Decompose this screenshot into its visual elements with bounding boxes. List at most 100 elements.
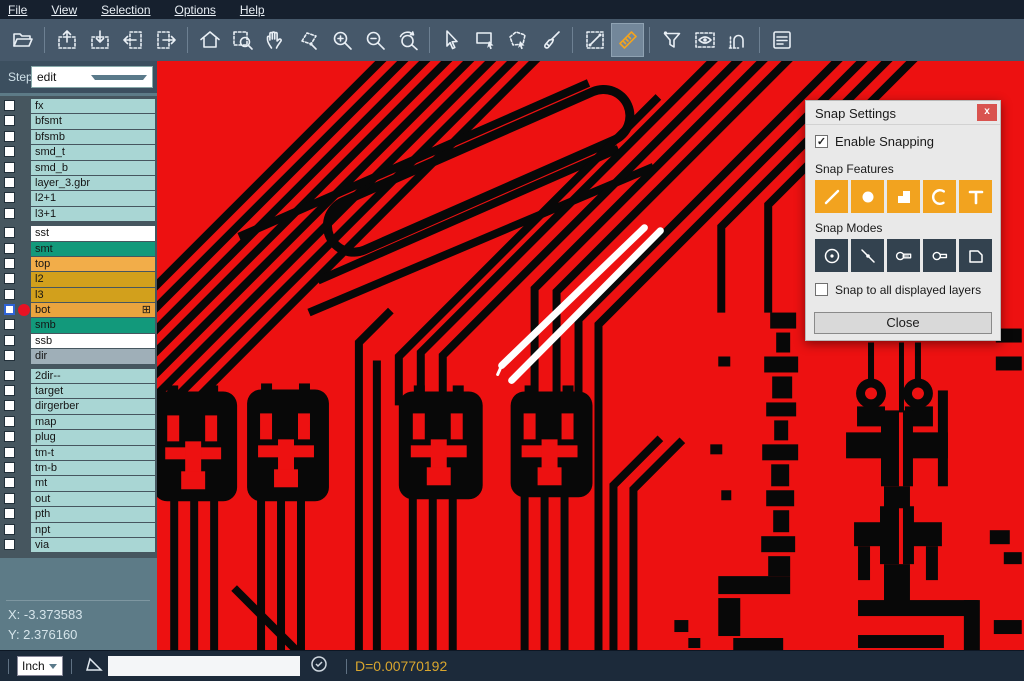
layer-row[interactable]: bfsmb ⊞ [0,130,157,144]
zoom-reset-button[interactable] [391,23,424,57]
layer-visibility-checkbox[interactable] [4,304,15,315]
snap-arc-button[interactable] [923,180,956,213]
layer-label[interactable]: fx [31,99,155,113]
menu-item[interactable]: View [51,3,77,17]
enable-snapping-checkbox[interactable]: ✓ [815,135,828,148]
layer-visibility-checkbox[interactable] [4,131,15,142]
layer-visibility-checkbox[interactable] [4,350,15,361]
layer-visibility-checkbox[interactable] [4,431,15,442]
layer-row[interactable]: bfsmt ⊞ [0,114,157,128]
layer-label[interactable]: via [31,538,155,552]
layer-row[interactable]: ssb ⊞ [0,334,157,348]
snap-contour-button[interactable] [959,239,992,272]
layer-label[interactable]: plug [31,430,155,444]
vertex-edit-button[interactable] [292,23,325,57]
layer-row[interactable]: tm-b ⊞ [0,461,157,475]
layer-row[interactable]: via ⊞ [0,538,157,552]
layer-visibility-checkbox[interactable] [4,447,15,458]
layer-label[interactable]: smb [31,318,155,332]
layer-visibility-checkbox[interactable] [4,385,15,396]
layer-label[interactable]: 2dir-- [31,369,155,383]
snap-pad-button[interactable] [851,180,884,213]
all-layers-checkbox[interactable] [815,283,828,296]
import-up-button[interactable] [50,23,83,57]
layer-label[interactable]: smt [31,242,155,256]
layer-visibility-checkbox[interactable] [4,493,15,504]
polygon-select-button[interactable] [501,23,534,57]
layer-label[interactable]: pth [31,507,155,521]
measure-value-input[interactable] [108,656,300,676]
filter-button[interactable] [655,23,688,57]
pan-hand-button[interactable] [259,23,292,57]
angle-measure-icon[interactable] [84,654,104,679]
layer-visibility-checkbox[interactable] [4,100,15,111]
layer-visibility-checkbox[interactable] [4,416,15,427]
zoom-out-button[interactable] [358,23,391,57]
layer-row[interactable]: smb ⊞ [0,318,157,332]
layer-label[interactable]: sst [31,226,155,240]
layer-label[interactable]: mt [31,476,155,490]
layer-visibility-checkbox[interactable] [4,208,15,219]
layer-row[interactable]: map ⊞ [0,415,157,429]
layer-label[interactable]: bfsmb [31,130,155,144]
layer-label[interactable]: top [31,257,155,271]
layer-row[interactable]: sst ⊞ [0,226,157,240]
layer-visibility-checkbox[interactable] [4,177,15,188]
layer-label[interactable]: tm-t [31,446,155,460]
layer-row[interactable]: bot ⊞ [0,303,157,317]
layer-label[interactable]: smd_b [31,161,155,175]
layer-row[interactable]: l3+1 ⊞ [0,207,157,221]
snap-pad-entry-button[interactable] [923,239,956,272]
layer-row[interactable]: l2+1 ⊞ [0,191,157,205]
layer-row[interactable]: pth ⊞ [0,507,157,521]
measure-points-button[interactable] [578,23,611,57]
refresh-check-icon[interactable] [310,655,328,678]
home-view-button[interactable] [193,23,226,57]
layer-visibility-checkbox[interactable] [4,319,15,330]
menu-item[interactable]: File [8,3,27,17]
layer-visibility-checkbox[interactable] [4,162,15,173]
layer-row[interactable]: l2 ⊞ [0,272,157,286]
layer-label[interactable]: layer_3.gbr [31,176,155,190]
highlight-view-button[interactable] [688,23,721,57]
move-right-button[interactable] [149,23,182,57]
layer-label[interactable]: bfsmt [31,114,155,128]
layer-row[interactable]: fx ⊞ [0,99,157,113]
layer-row[interactable]: out ⊞ [0,492,157,506]
layer-row[interactable]: smd_b ⊞ [0,161,157,175]
layer-row[interactable]: dirgerber ⊞ [0,399,157,413]
layer-label[interactable]: l3 [31,288,155,302]
snap-pad-exit-button[interactable] [887,239,920,272]
layer-label[interactable]: npt [31,523,155,537]
unit-select[interactable]: Inch [17,656,63,676]
dialog-close-button[interactable]: x [977,104,997,121]
layer-visibility-checkbox[interactable] [4,462,15,473]
move-left-button[interactable] [116,23,149,57]
layer-label[interactable]: bot [31,303,155,317]
dialog-title-bar[interactable]: Snap Settings x [806,101,1000,125]
layer-visibility-checkbox[interactable] [4,370,15,381]
layer-label[interactable]: map [31,415,155,429]
layer-visibility-checkbox[interactable] [4,539,15,550]
layer-row[interactable]: dir ⊞ [0,349,157,363]
report-button[interactable] [765,23,798,57]
select-cursor-button[interactable] [435,23,468,57]
snap-text-button[interactable] [959,180,992,213]
layer-row[interactable]: top ⊞ [0,257,157,271]
layer-label[interactable]: ssb [31,334,155,348]
layer-label[interactable]: dirgerber [31,399,155,413]
snap-center-button[interactable] [815,239,848,272]
close-button[interactable]: Close [814,312,992,334]
layer-label[interactable]: out [31,492,155,506]
layer-visibility-checkbox[interactable] [4,289,15,300]
snap-line-button[interactable] [815,180,848,213]
layer-visibility-checkbox[interactable] [4,335,15,346]
layer-visibility-checkbox[interactable] [4,273,15,284]
menu-item[interactable]: Selection [101,3,150,17]
rect-select-button[interactable] [468,23,501,57]
layer-row[interactable]: 2dir-- ⊞ [0,369,157,383]
layer-visibility-checkbox[interactable] [4,243,15,254]
layer-visibility-checkbox[interactable] [4,524,15,535]
layer-label[interactable]: l2+1 [31,191,155,205]
layer-visibility-checkbox[interactable] [4,227,15,238]
